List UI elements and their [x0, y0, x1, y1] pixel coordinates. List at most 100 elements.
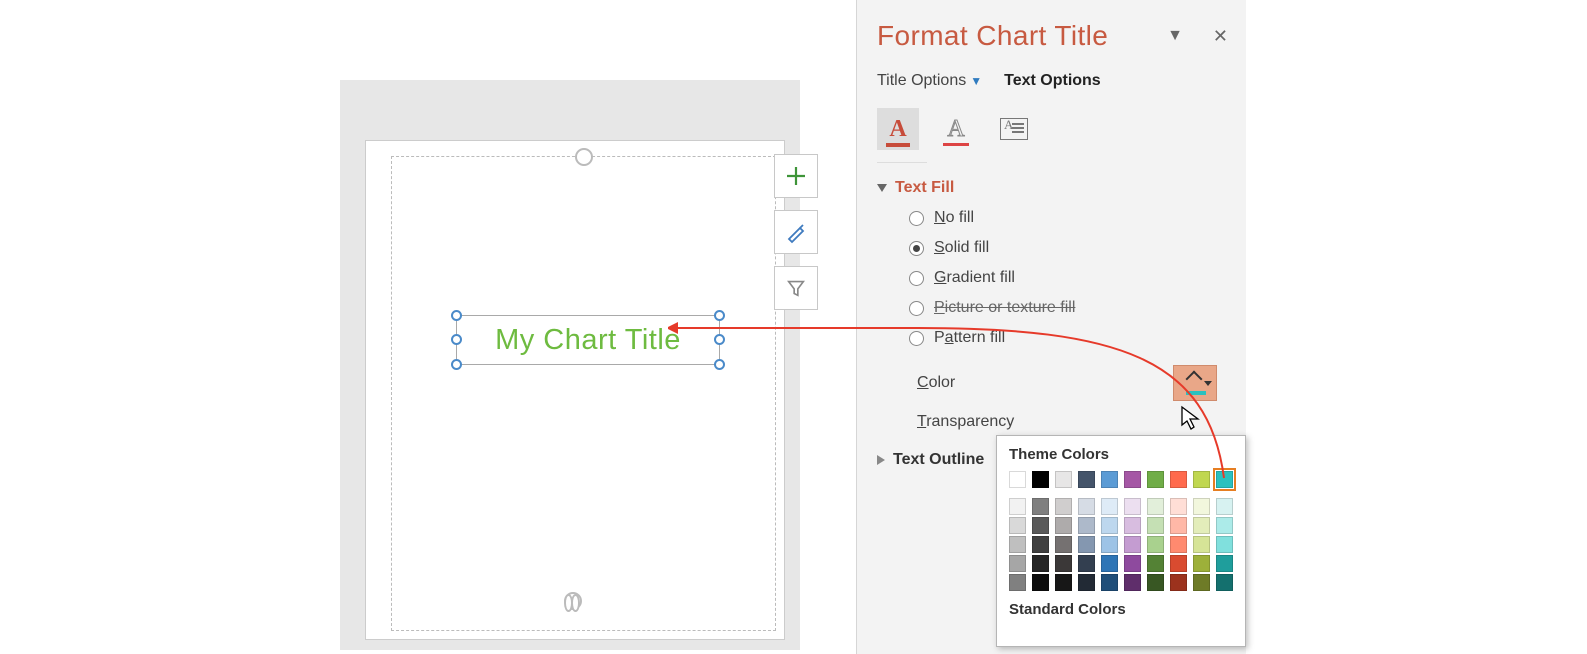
color-picker-button[interactable] — [1173, 365, 1217, 401]
chart-placeholder[interactable]: My Chart Title — [391, 156, 776, 631]
color-swatch[interactable] — [1009, 471, 1026, 488]
pane-category-icons: A A — [877, 108, 1228, 150]
chart-filters-button[interactable] — [774, 266, 818, 310]
dropdown-icon — [1204, 381, 1212, 386]
color-swatch[interactable] — [1009, 498, 1026, 515]
color-swatch[interactable] — [1055, 574, 1072, 591]
chart-title-text[interactable]: My Chart Title — [495, 324, 681, 357]
color-swatch[interactable] — [1216, 536, 1233, 553]
tab-title-options[interactable]: Title Options ▼ — [877, 72, 982, 90]
color-swatch[interactable] — [1170, 555, 1187, 572]
color-swatch[interactable] — [1055, 555, 1072, 572]
tab-text-options[interactable]: Text Options — [1004, 72, 1101, 90]
paint-bucket-icon — [1186, 375, 1204, 391]
color-swatch[interactable] — [1124, 517, 1141, 534]
color-swatch[interactable] — [1147, 536, 1164, 553]
color-swatch[interactable] — [1216, 574, 1233, 591]
color-swatch[interactable] — [1055, 471, 1072, 488]
placeholder-handle-top[interactable] — [575, 148, 593, 166]
color-swatch[interactable] — [1193, 555, 1210, 572]
color-swatch[interactable] — [1193, 471, 1210, 488]
text-fill-toggle[interactable]: Text Fill — [877, 179, 1228, 197]
pane-menu-icon[interactable]: ▼ — [1167, 27, 1183, 45]
color-swatch[interactable] — [1101, 555, 1118, 572]
color-swatch[interactable] — [1009, 574, 1026, 591]
radio-picture-fill[interactable]: Picture or texture fill — [909, 299, 1228, 317]
transparency-control-row: Transparency — [917, 413, 1217, 431]
chart-elements-button[interactable] — [774, 154, 818, 198]
color-swatch[interactable] — [1147, 517, 1164, 534]
color-swatch[interactable] — [1124, 498, 1141, 515]
color-swatch[interactable] — [1147, 498, 1164, 515]
color-swatch[interactable] — [1078, 517, 1095, 534]
color-swatch[interactable] — [1078, 555, 1095, 572]
color-label: Color — [917, 374, 955, 392]
color-swatch[interactable] — [1032, 471, 1049, 488]
color-swatch[interactable] — [1009, 517, 1026, 534]
handle-middle-right[interactable] — [714, 334, 725, 345]
color-swatch[interactable] — [1147, 555, 1164, 572]
color-swatch[interactable] — [1055, 517, 1072, 534]
collapse-icon — [877, 184, 887, 192]
color-swatch[interactable] — [1009, 555, 1026, 572]
color-swatch[interactable] — [1170, 536, 1187, 553]
color-swatch[interactable] — [1216, 498, 1233, 515]
handle-bottom-left[interactable] — [451, 359, 462, 370]
color-swatch[interactable] — [1193, 517, 1210, 534]
fill-radio-group: No fill Solid fill Gradient fill Picture… — [909, 209, 1228, 347]
color-swatch[interactable] — [1193, 574, 1210, 591]
radio-gradient-fill[interactable]: Gradient fill — [909, 269, 1228, 287]
handle-middle-left[interactable] — [451, 334, 462, 345]
color-swatch[interactable] — [1078, 471, 1095, 488]
text-fill-section-label: Text Fill — [895, 179, 954, 197]
color-swatch[interactable] — [1101, 498, 1118, 515]
color-swatch[interactable] — [1170, 574, 1187, 591]
color-swatch[interactable] — [1078, 498, 1095, 515]
textbox-category-icon[interactable] — [993, 108, 1035, 150]
color-swatch[interactable] — [1170, 471, 1187, 488]
color-swatch[interactable] — [1124, 555, 1141, 572]
mouse-cursor-icon — [1180, 405, 1202, 431]
color-swatch[interactable] — [1147, 574, 1164, 591]
text-fill-outline-category-icon[interactable]: A — [877, 108, 919, 150]
chart-styles-button[interactable] — [774, 210, 818, 254]
color-swatch[interactable] — [1216, 555, 1233, 572]
color-swatch[interactable] — [1124, 574, 1141, 591]
theme-colors-header: Theme Colors — [1009, 446, 1233, 463]
color-swatch[interactable] — [1170, 498, 1187, 515]
color-swatch[interactable] — [1032, 574, 1049, 591]
color-swatch[interactable] — [1101, 471, 1118, 488]
radio-pattern-fill[interactable]: Pattern fill — [909, 329, 1228, 347]
color-swatch[interactable] — [1032, 498, 1049, 515]
radio-solid-fill[interactable]: Solid fill — [909, 239, 1228, 257]
chart-title-box[interactable]: My Chart Title — [456, 315, 720, 365]
color-swatch[interactable] — [1055, 498, 1072, 515]
color-swatch[interactable] — [1032, 517, 1049, 534]
color-swatch[interactable] — [1055, 536, 1072, 553]
color-control-row: Color — [917, 365, 1217, 401]
placeholder-handle-bottom[interactable] — [564, 592, 582, 610]
handle-bottom-right[interactable] — [714, 359, 725, 370]
color-swatch[interactable] — [1032, 555, 1049, 572]
color-swatch[interactable] — [1193, 498, 1210, 515]
color-swatch[interactable] — [1170, 517, 1187, 534]
text-effects-category-icon[interactable]: A — [935, 108, 977, 150]
slide: My Chart Title — [365, 140, 785, 640]
color-swatch[interactable] — [1032, 536, 1049, 553]
color-swatch[interactable] — [1147, 471, 1164, 488]
color-swatch[interactable] — [1193, 536, 1210, 553]
color-swatch[interactable] — [1124, 536, 1141, 553]
handle-top-right[interactable] — [714, 310, 725, 321]
color-swatch[interactable] — [1124, 471, 1141, 488]
radio-no-fill[interactable]: No fill — [909, 209, 1228, 227]
pane-close-icon[interactable]: ✕ — [1213, 26, 1228, 47]
color-swatch[interactable] — [1078, 574, 1095, 591]
color-swatch[interactable] — [1101, 517, 1118, 534]
color-swatch[interactable] — [1101, 574, 1118, 591]
color-swatch[interactable] — [1216, 471, 1233, 488]
color-swatch[interactable] — [1101, 536, 1118, 553]
color-swatch[interactable] — [1078, 536, 1095, 553]
color-swatch[interactable] — [1009, 536, 1026, 553]
color-swatch[interactable] — [1216, 517, 1233, 534]
handle-top-left[interactable] — [451, 310, 462, 321]
